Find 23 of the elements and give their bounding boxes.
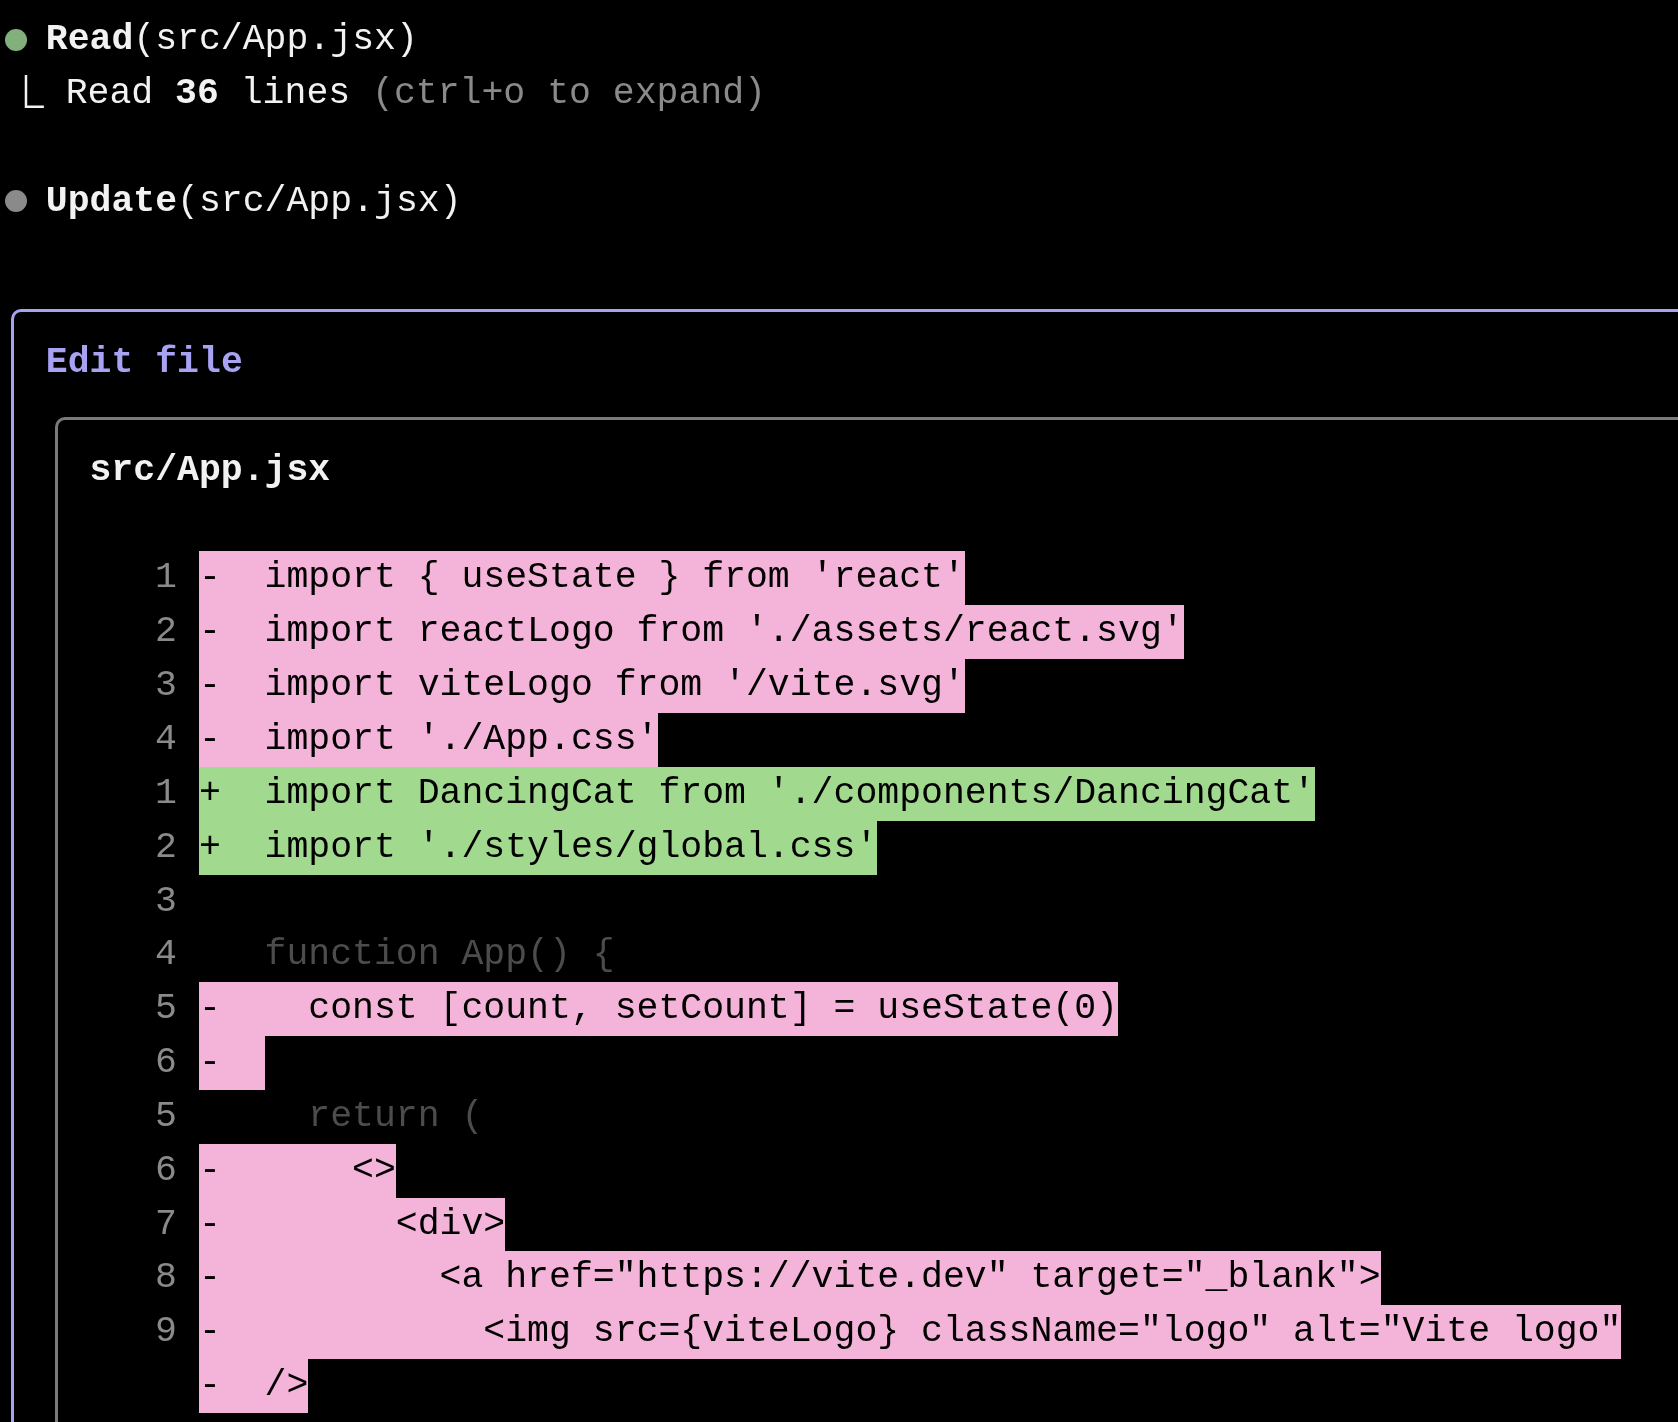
line-number: 4 — [154, 717, 177, 762]
line-number: 2 — [154, 610, 177, 655]
line-number: 4 — [154, 933, 177, 978]
line-number: 9 — [154, 1310, 177, 1355]
result-summary: Read 36 lines — [65, 71, 351, 116]
line-number: 6 — [154, 1041, 177, 1086]
file-path: src/App.jsx — [89, 448, 331, 493]
panel-title: Edit file — [45, 341, 243, 386]
line-number: 5 — [154, 987, 177, 1032]
tool-call-title: Update(src/App.jsx) — [45, 179, 462, 224]
code-line: function App() { — [263, 933, 615, 978]
line-number: 3 — [154, 879, 177, 924]
line-number: 7 — [154, 1202, 177, 1247]
line-number: 2 — [154, 825, 177, 870]
code-line: return ( — [307, 1094, 484, 1139]
line-number: 8 — [154, 1256, 177, 1301]
tool-call-title: Read(src/App.jsx) — [45, 18, 418, 62]
expand-hint[interactable]: (ctrl+o to expand) — [372, 66, 766, 121]
line-number: 5 — [154, 1094, 177, 1139]
line-number: 1 — [154, 556, 177, 601]
line-number: 6 — [154, 1148, 177, 1193]
line-number: 3 — [154, 664, 177, 709]
line-number: 1 — [154, 771, 177, 816]
